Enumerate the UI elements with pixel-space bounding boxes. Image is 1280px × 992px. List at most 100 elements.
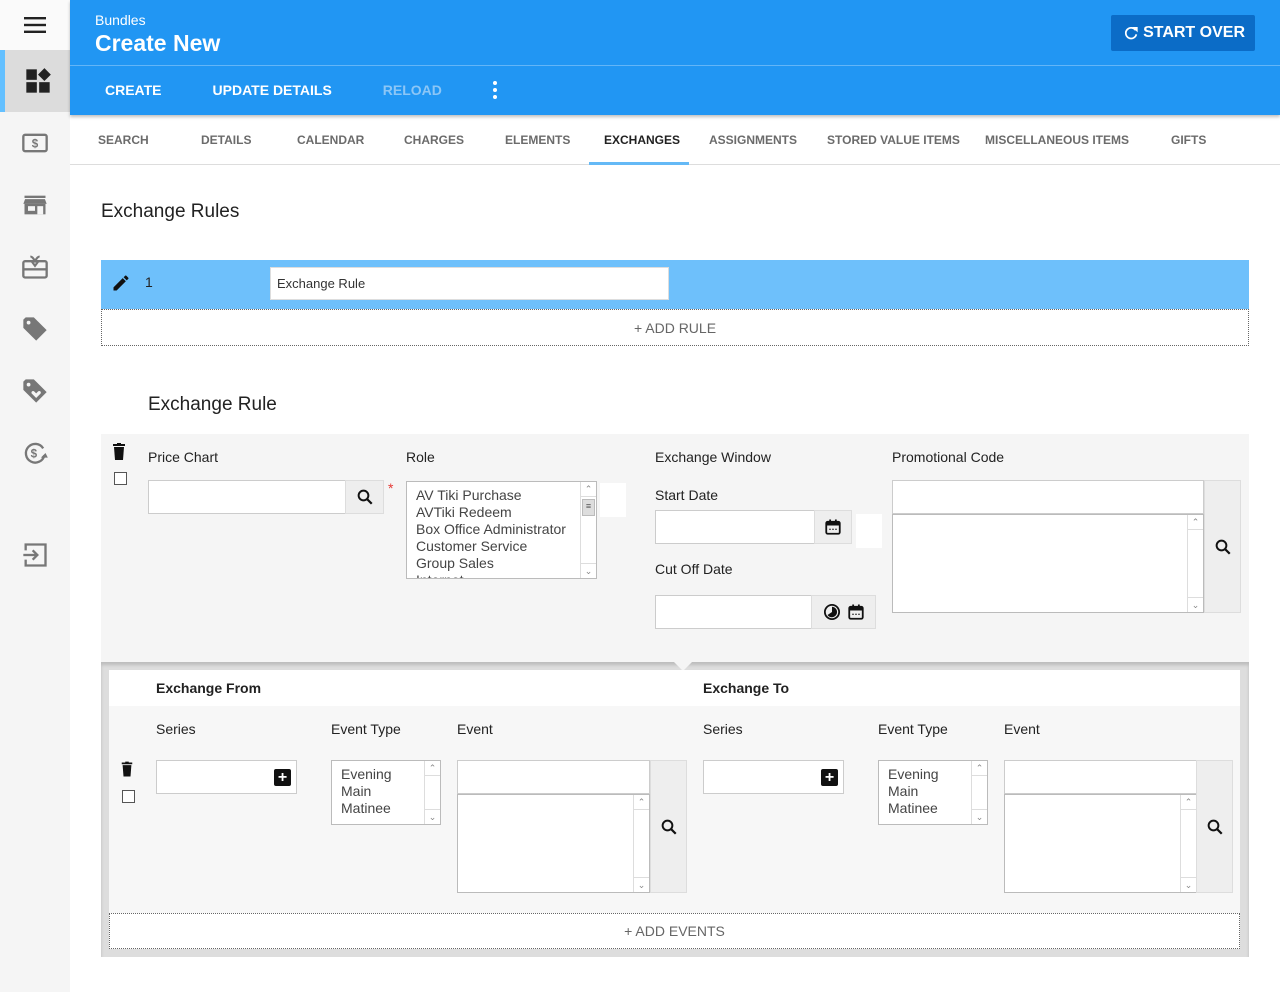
event-type-option[interactable]: Evening [341,766,392,783]
role-listbox[interactable]: AV Tiki Purchase AVTiki Redeem Box Offic… [406,481,597,579]
search-icon [1215,539,1231,555]
calendar-icon[interactable] [847,603,865,621]
start-over-button[interactable]: START OVER [1111,15,1255,51]
sidebar-item-money[interactable]: $ [0,112,70,174]
create-button[interactable]: CREATE [105,82,162,98]
promotional-code-input[interactable] [892,480,1204,514]
price-chart-search-button[interactable] [345,480,384,514]
add-rule-button[interactable]: + ADD RULE [101,309,1249,346]
to-series-input[interactable]: + [703,760,844,794]
role-scrollbar[interactable]: ⌃ ≡ ⌄ [580,482,596,578]
required-marker: * [388,480,394,496]
start-date-spacer [856,514,882,548]
add-icon[interactable]: + [821,769,838,786]
tab-charges[interactable]: CHARGES [404,115,464,165]
to-event-type-scrollbar[interactable]: ⌃ ⌄ [971,761,987,824]
cut-off-date-input[interactable] [655,595,812,629]
event-type-option[interactable]: Main [341,783,392,800]
from-event-scrollbar[interactable]: ⌃ ⌄ [633,795,649,892]
add-events-button[interactable]: + ADD EVENTS [109,913,1240,949]
tab-details[interactable]: DETAILS [201,115,251,165]
role-option[interactable]: Internet [416,572,566,578]
event-type-option[interactable]: Matinee [888,800,939,817]
role-option[interactable]: AVTiki Redeem [416,504,566,521]
breadcrumb[interactable]: Bundles [95,12,146,28]
from-event-type-scrollbar[interactable]: ⌃ ⌄ [424,761,440,824]
from-event-search-button[interactable] [650,760,687,893]
to-event-scrollbar[interactable]: ⌃ ⌄ [1180,795,1196,892]
from-event-type-listbox[interactable]: Evening Main Matinee ⌃ ⌄ [331,760,441,825]
sidebar-item-gift-card[interactable] [0,236,70,298]
page-title: Create New [95,30,221,56]
exchange-rule-heading: Exchange Rule [148,394,277,415]
event-type-option[interactable]: Evening [888,766,939,783]
sidebar-item-sign-in[interactable] [0,524,70,586]
promotional-code-scrollbar[interactable]: ⌃ ⌄ [1187,515,1203,612]
menu-button[interactable] [0,0,70,50]
reload-button[interactable]: RELOAD [383,82,442,98]
start-date-label: Start Date [655,487,719,503]
svg-text:$: $ [32,138,39,151]
start-date-input[interactable] [655,510,815,544]
clock-icon[interactable] [823,603,841,621]
sidebar-item-store[interactable] [0,174,70,236]
sidebar-item-tag[interactable] [0,298,70,360]
event-type-option[interactable]: Main [888,783,939,800]
sidebar-item-bundles[interactable] [0,50,70,112]
svg-text:$: $ [31,448,38,461]
start-date-picker-button[interactable] [814,510,852,544]
tab-stored-value-items[interactable]: STORED VALUE ITEMS [827,115,960,165]
tab-search[interactable]: SEARCH [98,115,149,165]
from-series-input[interactable]: + [156,760,297,794]
search-icon [357,489,373,505]
to-event-type-listbox[interactable]: Evening Main Matinee ⌃ ⌄ [878,760,988,825]
tab-calendar[interactable]: CALENDAR [297,115,364,165]
to-event-list[interactable]: ⌃ ⌄ [1004,794,1197,893]
to-event-input[interactable] [1004,760,1197,794]
role-option[interactable]: AV Tiki Purchase [416,487,566,504]
bundles-icon [25,68,51,93]
role-option[interactable]: Group Sales [416,555,566,572]
tab-elements[interactable]: ELEMENTS [505,115,570,165]
role-option[interactable]: Customer Service [416,538,566,555]
from-event-input[interactable] [457,760,650,794]
rule-row[interactable]: 1 [101,260,1249,309]
from-event-list[interactable]: ⌃ ⌄ [457,794,650,893]
trash-icon[interactable] [111,443,127,461]
tab-miscellaneous-items[interactable]: MISCELLANEOUS ITEMS [985,115,1129,165]
app-header: Bundles Create New START OVER CREATE UPD… [70,0,1280,115]
role-spacer [600,483,626,517]
calendar-icon [825,519,841,535]
sidebar-item-tag-heart[interactable] [0,360,70,422]
active-tab-indicator [589,162,689,165]
pencil-icon[interactable] [111,273,131,293]
to-event-search-button[interactable] [1196,760,1233,893]
rule-select-checkbox[interactable] [114,472,127,485]
price-chart-input[interactable] [148,480,346,514]
exchange-events-header [109,670,1240,706]
tab-gifts[interactable]: GIFTS [1171,115,1206,165]
role-label: Role [406,449,435,465]
search-icon [661,819,677,835]
rule-name-input[interactable] [270,267,669,300]
event-type-option[interactable]: Matinee [341,800,392,817]
update-details-button[interactable]: UPDATE DETAILS [213,82,332,98]
role-option[interactable]: Box Office Administrator [416,521,566,538]
from-series-label: Series [156,721,196,737]
event-select-checkbox[interactable] [122,790,135,803]
add-icon[interactable]: + [274,769,291,786]
sidebar-item-currency-exchange[interactable]: $ [0,422,70,484]
to-event-label: Event [1004,721,1040,737]
tab-bar: SEARCH DETAILS CALENDAR CHARGES ELEMENTS… [70,115,1280,165]
promotional-code-label: Promotional Code [892,449,1005,465]
tab-assignments[interactable]: ASSIGNMENTS [709,115,797,165]
more-options-icon[interactable] [492,81,499,99]
trash-icon[interactable] [120,761,134,778]
action-bar: CREATE UPDATE DETAILS RELOAD [105,66,499,114]
cut-off-date-picker-buttons[interactable] [811,595,876,629]
promotional-code-list[interactable]: ⌃ ⌄ [892,514,1204,613]
exchange-rules-heading: Exchange Rules [101,201,240,222]
promotional-code-search-button[interactable] [1204,480,1241,613]
refresh-icon [1125,26,1138,40]
tab-exchanges[interactable]: EXCHANGES [604,115,680,165]
